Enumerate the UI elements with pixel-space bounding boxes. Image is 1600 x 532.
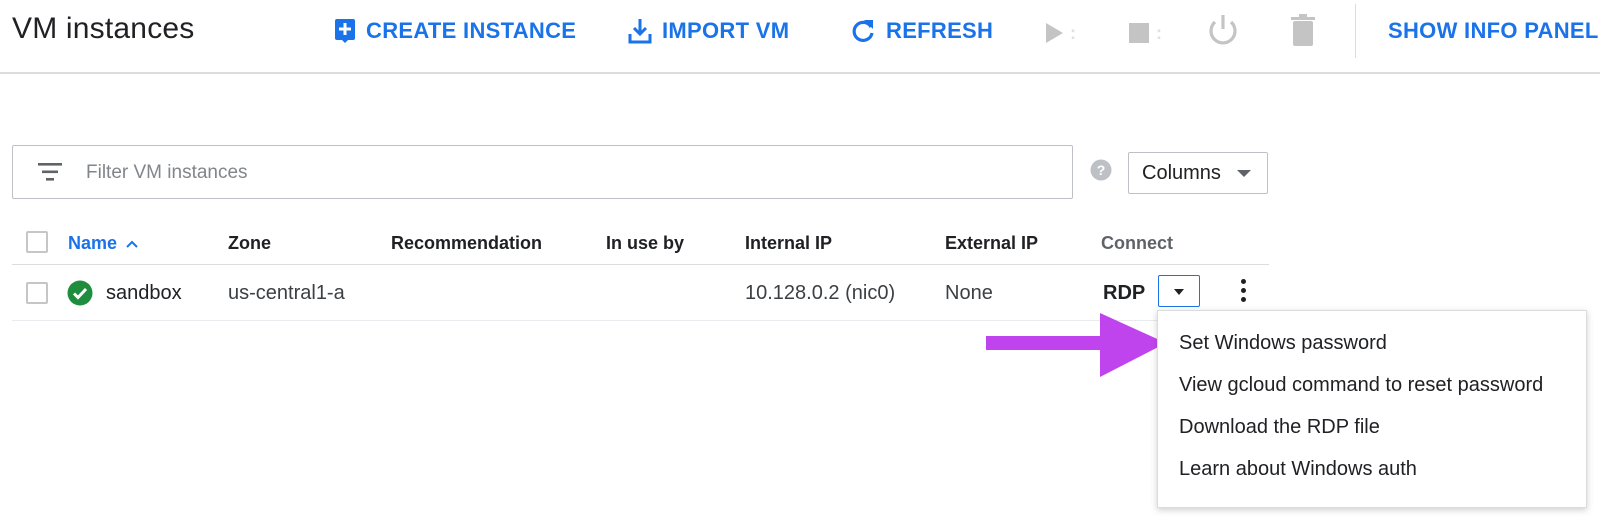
filter-input[interactable]	[86, 154, 1046, 192]
more-vert-icon[interactable]	[1238, 277, 1248, 307]
menu-item-download-rdp-file[interactable]: Download the RDP file	[1158, 406, 1586, 448]
column-header-external-ip[interactable]: External IP	[945, 233, 1038, 254]
sort-ascending-icon	[126, 240, 138, 248]
filter-bar	[12, 145, 1073, 199]
menu-item-set-windows-password[interactable]: Set Windows password	[1158, 322, 1586, 364]
import-vm-button[interactable]: IMPORT VM	[628, 14, 789, 48]
power-icon	[1209, 15, 1237, 45]
rdp-connect-button[interactable]: RDP	[1103, 282, 1145, 305]
refresh-button[interactable]: REFRESH	[850, 14, 993, 48]
column-header-in-use-by[interactable]: In use by	[606, 233, 684, 254]
table-header: Name Zone Recommendation In use by Inter…	[12, 222, 1269, 265]
help-icon[interactable]: ?	[1090, 159, 1112, 181]
menu-item-view-gcloud-command[interactable]: View gcloud command to reset password	[1158, 364, 1586, 406]
trash-icon	[1291, 14, 1315, 46]
rdp-dropdown-button[interactable]	[1158, 275, 1200, 307]
show-info-panel-label: SHOW INFO PANEL	[1388, 18, 1599, 43]
play-icon	[1046, 23, 1063, 43]
chevron-down-icon	[1237, 170, 1251, 177]
row-checkbox[interactable]	[26, 282, 48, 304]
chevron-down-icon	[1174, 289, 1184, 295]
stop-label-fragment: :	[1156, 22, 1162, 43]
columns-label: Columns	[1142, 161, 1221, 184]
start-button[interactable]: :	[1044, 18, 1088, 48]
column-header-name-label: Name	[68, 233, 118, 253]
add-box-icon	[335, 19, 355, 43]
delete-button[interactable]	[1290, 13, 1316, 52]
refresh-icon	[852, 20, 874, 42]
column-header-internal-ip[interactable]: Internal IP	[745, 233, 832, 254]
svg-text:?: ?	[1097, 162, 1106, 178]
column-header-recommendation[interactable]: Recommendation	[391, 233, 542, 254]
zone-cell: us-central1-a	[228, 282, 345, 304]
reset-button[interactable]	[1206, 13, 1240, 54]
refresh-label: REFRESH	[886, 18, 994, 43]
stop-icon	[1129, 23, 1149, 43]
instance-name-link[interactable]: sandbox	[106, 282, 182, 305]
stop-button[interactable]: :	[1128, 18, 1172, 48]
annotation-arrow	[986, 313, 1166, 377]
download-icon	[628, 19, 652, 44]
rdp-connect-menu: Set Windows password View gcloud command…	[1157, 310, 1587, 508]
instances-table: Name Zone Recommendation In use by Inter…	[12, 222, 1269, 321]
create-instance-label: CREATE INSTANCE	[366, 18, 577, 43]
column-header-zone[interactable]: Zone	[228, 233, 271, 254]
check-circle-icon	[67, 280, 93, 306]
start-label-fragment: :	[1070, 22, 1076, 43]
column-header-name[interactable]: Name	[68, 233, 139, 254]
column-header-connect: Connect	[1101, 233, 1173, 253]
external-ip-cell: None	[945, 282, 993, 304]
columns-dropdown[interactable]: Columns	[1128, 152, 1268, 194]
menu-item-learn-windows-auth[interactable]: Learn about Windows auth	[1158, 448, 1586, 490]
create-instance-button[interactable]: CREATE INSTANCE	[334, 14, 576, 48]
import-vm-label: IMPORT VM	[662, 18, 790, 43]
page-title: VM instances	[12, 12, 195, 45]
internal-ip-cell: 10.128.0.2 (nic0)	[745, 282, 896, 304]
toolbar: VM instances CREATE INSTANCE IMPORT VM R…	[0, 0, 1600, 74]
show-info-panel-button[interactable]: SHOW INFO PANEL	[1388, 14, 1599, 48]
toolbar-divider	[1355, 4, 1356, 58]
select-all-checkbox[interactable]	[26, 231, 48, 253]
filter-icon	[38, 163, 62, 181]
